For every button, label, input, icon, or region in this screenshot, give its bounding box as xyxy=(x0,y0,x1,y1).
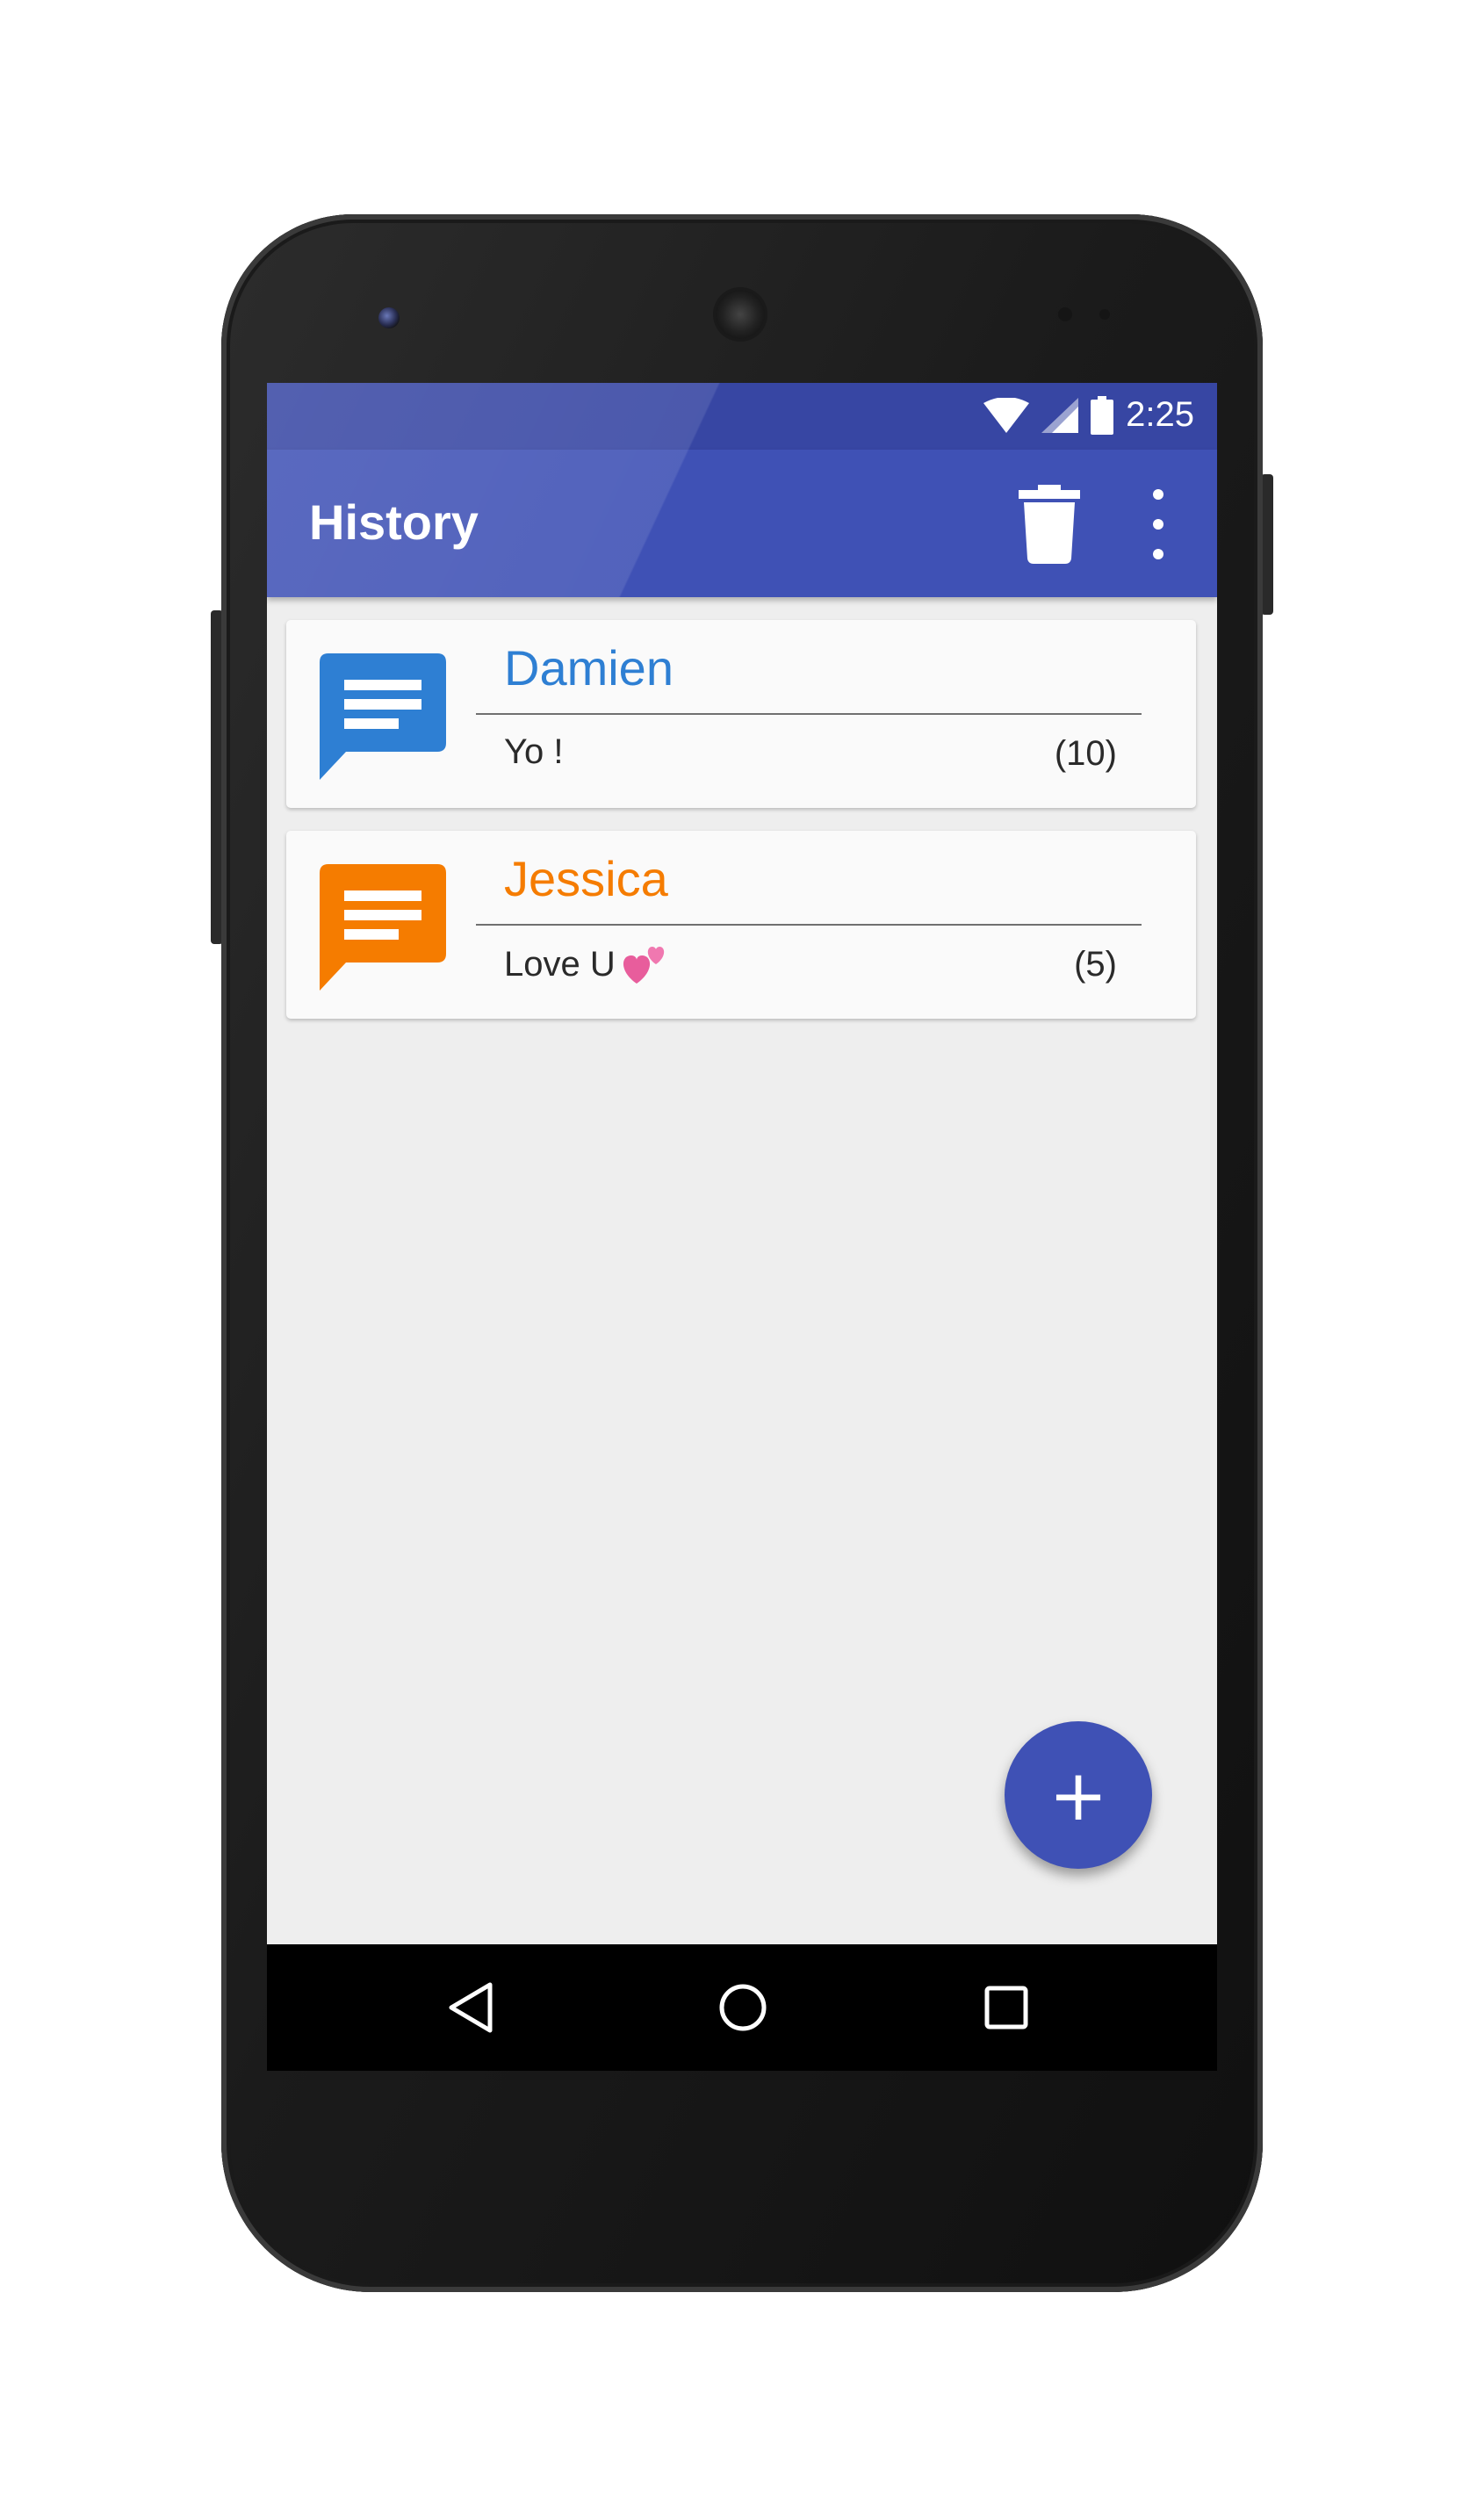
divider xyxy=(476,924,1142,926)
status-bar: 2:25 xyxy=(267,383,1217,450)
conversation-card[interactable]: Damien Yo ! (10) xyxy=(286,620,1196,808)
phone-screen: 2:25 History Damien Yo ! (10) Jessica Lo… xyxy=(267,383,1217,2071)
message-count: (10) xyxy=(1054,734,1117,773)
back-icon[interactable] xyxy=(434,1971,508,2044)
light-sensor xyxy=(1099,309,1110,320)
cell-signal-icon xyxy=(1041,397,1079,433)
proximity-sensor xyxy=(1058,307,1072,321)
message-icon xyxy=(320,653,446,780)
home-icon[interactable] xyxy=(706,1971,780,2044)
message-icon xyxy=(320,864,446,991)
message-count: (5) xyxy=(1074,945,1117,984)
battery-icon xyxy=(1091,395,1114,435)
contact-name: Jessica xyxy=(504,851,668,906)
two-hearts-icon xyxy=(623,947,664,984)
add-button[interactable]: + xyxy=(1005,1721,1152,1869)
more-vert-icon[interactable] xyxy=(1145,489,1171,559)
power-button xyxy=(1261,474,1273,615)
earpiece-speaker xyxy=(716,290,765,339)
recents-icon[interactable] xyxy=(969,1971,1043,2044)
page-title: History xyxy=(309,494,479,550)
conversation-card[interactable]: Jessica Love U (5) xyxy=(286,831,1196,1019)
add-icon: + xyxy=(1048,1754,1108,1836)
navigation-bar xyxy=(267,1944,1217,2071)
divider xyxy=(476,713,1142,715)
app-bar: History xyxy=(267,450,1217,597)
status-time: 2:25 xyxy=(1126,395,1194,434)
delete-icon[interactable] xyxy=(1019,485,1080,564)
wifi-icon xyxy=(983,397,1030,433)
contact-name: Damien xyxy=(504,640,674,696)
front-camera xyxy=(378,307,400,328)
message-preview: Love U xyxy=(504,943,668,985)
message-preview: Yo ! xyxy=(504,732,564,771)
